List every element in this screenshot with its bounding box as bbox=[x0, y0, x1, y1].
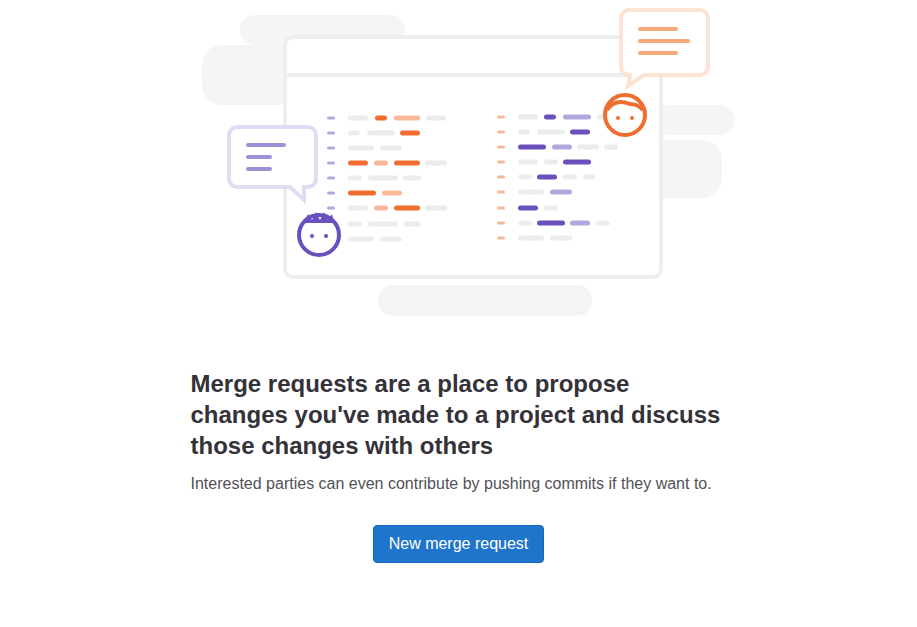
empty-state-description: Interested parties can even contribute b… bbox=[191, 471, 727, 497]
left-code-icon bbox=[327, 116, 447, 242]
empty-state-actions: New merge request bbox=[191, 525, 727, 563]
monitor-stand-icon bbox=[378, 285, 592, 316]
purple-avatar-icon bbox=[299, 212, 339, 255]
left-chat-bubble-icon bbox=[229, 127, 316, 200]
right-chat-bubble-icon bbox=[621, 10, 708, 86]
merge-request-illustration-icon bbox=[0, 0, 917, 330]
empty-state-title: Merge requests are a place to propose ch… bbox=[191, 368, 727, 461]
empty-state-page: Merge requests are a place to propose ch… bbox=[0, 0, 917, 627]
right-code-icon bbox=[497, 115, 618, 241]
empty-state-content: Merge requests are a place to propose ch… bbox=[191, 368, 727, 563]
new-merge-request-button[interactable]: New merge request bbox=[373, 525, 545, 563]
orange-avatar-icon bbox=[605, 95, 645, 135]
monitor-icon bbox=[285, 37, 661, 277]
